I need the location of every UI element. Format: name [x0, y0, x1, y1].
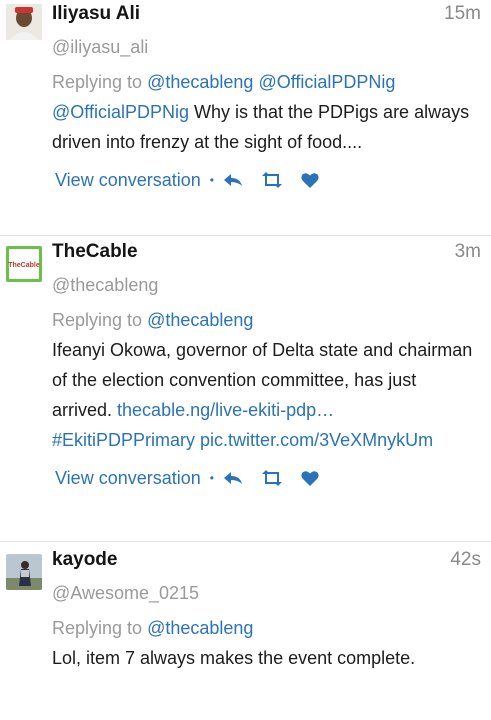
tweet-actions: View conversation • [55, 461, 481, 495]
pic-link[interactable]: pic.twitter.com/3VeXMnykUm [200, 430, 433, 450]
tweet-body: Lol, item 7 always makes the event compl… [52, 643, 481, 673]
avatar-logo-text: TheCable [8, 262, 40, 269]
hashtag-link[interactable]: #EkitiPDPPrimary [52, 430, 195, 450]
author-handle: @thecableng [52, 275, 159, 295]
tweet-header: TheCable 3m [52, 241, 481, 271]
tweet-header: Iliyasu Ali 15m [52, 3, 481, 33]
mention-link[interactable]: @thecableng [147, 618, 253, 638]
timestamp: 3m [454, 241, 481, 262]
view-conversation-link[interactable]: View conversation [55, 468, 201, 489]
author-handle: @Awesome_0215 [52, 583, 200, 603]
tweet-item[interactable]: TheCable TheCable 3m @thecableng Replyin… [0, 236, 491, 542]
replying-to-label: Replying to [52, 310, 143, 330]
separator-dot: • [209, 471, 214, 485]
tweet-item[interactable]: Iliyasu Ali 15m @iliyasu_ali Replying to… [0, 0, 491, 236]
reply-icon[interactable] [223, 470, 243, 486]
tweet-text: Lol, item 7 always makes the event compl… [52, 648, 416, 668]
view-conversation-link[interactable]: View conversation [55, 170, 201, 191]
retweet-icon[interactable] [261, 470, 283, 486]
mention-link[interactable]: @OfficialPDPNig [258, 72, 395, 92]
replying-to-label: Replying to [52, 72, 143, 92]
replying-to: Replying to @thecableng @OfficialPDPNig [52, 67, 481, 97]
like-icon[interactable] [301, 172, 319, 188]
author-name[interactable]: Iliyasu Ali [52, 3, 140, 25]
timestamp: 15m [444, 3, 481, 24]
author-name[interactable]: kayode [52, 549, 117, 571]
avatar[interactable] [6, 4, 42, 40]
tweet-header: kayode 42s [52, 549, 481, 579]
retweet-icon[interactable] [261, 172, 283, 188]
mention-link[interactable]: @OfficialPDPNig [52, 102, 189, 122]
url-link[interactable]: thecable.ng/live-ekiti-pdp… [117, 400, 334, 420]
like-icon[interactable] [301, 470, 319, 486]
replying-to-label: Replying to [52, 618, 143, 638]
timestamp: 42s [450, 549, 481, 570]
tweet-feed: Iliyasu Ali 15m @iliyasu_ali Replying to… [0, 0, 491, 720]
mention-link[interactable]: @thecableng [147, 72, 253, 92]
reply-icon[interactable] [223, 172, 243, 188]
separator-dot: • [209, 173, 214, 187]
mention-link[interactable]: @thecableng [147, 310, 253, 330]
author-name[interactable]: TheCable [52, 241, 138, 263]
tweet-actions: View conversation • [55, 163, 481, 197]
author-handle: @iliyasu_ali [52, 37, 149, 57]
replying-to: Replying to @thecableng [52, 305, 481, 335]
replying-to: Replying to @thecableng [52, 613, 481, 643]
tweet-item[interactable]: kayode 42s @Awesome_0215 Replying to @th… [0, 542, 491, 720]
tweet-body: Ifeanyi Okowa, governor of Delta state a… [52, 335, 481, 455]
avatar[interactable]: TheCable [6, 246, 42, 282]
avatar[interactable] [6, 554, 42, 590]
tweet-body: @OfficialPDPNig Why is that the PDPigs a… [52, 97, 481, 157]
